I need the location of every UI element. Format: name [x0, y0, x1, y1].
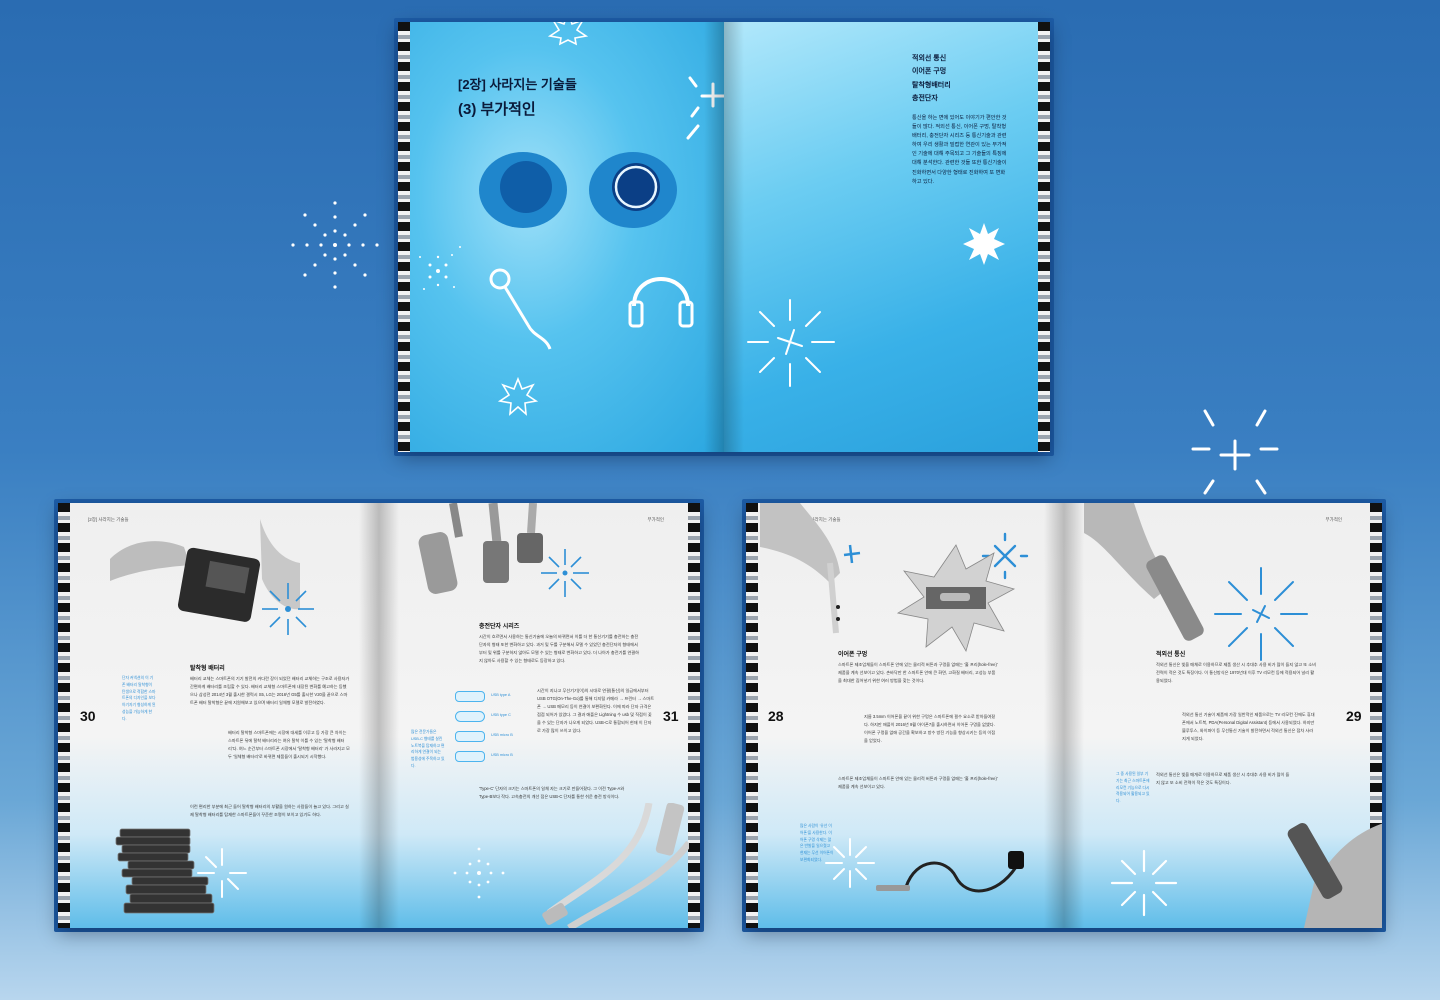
burst-lines-icon — [262, 583, 314, 635]
page-number: 31 — [663, 708, 679, 724]
headphones-icon — [628, 277, 694, 328]
usb-type-c-icon — [455, 711, 485, 722]
burst-lines-icon — [747, 299, 835, 387]
binding-strip — [58, 503, 70, 928]
body-text: 스마트폰 제조업체들이 스마트폰 안에 있는 물리적 버튼과 구멍을 없애는 '… — [838, 662, 998, 683]
burst-lines-icon — [825, 838, 875, 888]
body-text: 배터리 탈착형 스마트폰에는 시장에 대세를 이루고 등 가장 큰 차이는 스마… — [228, 730, 350, 759]
chapter-title: (3) 부가적인 — [458, 101, 536, 118]
running-head: 부가적인 — [647, 517, 664, 522]
binding-strip — [746, 503, 758, 928]
running-head: 부가적인 — [1325, 517, 1342, 522]
section-title: 충전단자 시리즈 — [479, 624, 520, 630]
page-30: [2장] 사라지는 기술들 단자 커넥션의 이 기존 배터리 탈착형이 탄생으로… — [58, 503, 379, 928]
binding-strip — [398, 22, 410, 452]
usb-label: USB type C — [491, 713, 511, 717]
page-28: [2장] 사라지는 기술들 이어폰 구멍 스마트폰 제조업체들이 스마트폰 안에… — [746, 503, 1064, 928]
page-31: 부가적인 충전단자 시리즈 시간이 흐르면서 사용하는 통신기술에 오늘의 바뀌… — [379, 503, 700, 928]
burst-lines-icon — [541, 549, 589, 597]
binding-strip — [1038, 22, 1050, 452]
side-heading-line: 적외선 통신 — [912, 55, 947, 62]
top-right-page: 적외선 통신 이어폰 구멍 탈착형배터리 충전단자 통신을 하는 면에 있어도 … — [724, 22, 1050, 452]
binding-strip — [688, 503, 700, 928]
side-heading-line: 충전단자 — [912, 94, 938, 102]
side-note: 많은 전문가들은 USB-C 형태를 살린 노트북을 탑재하고 편리하게 연결이… — [411, 730, 445, 769]
burst-lines-icon — [197, 848, 247, 898]
side-heading-line: 이어폰 구멍 — [912, 68, 947, 76]
side-heading: 적외선 통신 이어폰 구멍 탈착형배터리 충전단자 — [912, 52, 951, 105]
usb-label: USB type A — [491, 693, 511, 697]
cross-sparkle-icon — [1191, 409, 1279, 495]
usb-micro-b-icon — [455, 751, 485, 762]
spray-dots-icon — [291, 201, 379, 289]
body-text: 시간이 지나고 무선기기(이)의 시대로 연결(통신)의 일급에서부터 USB … — [537, 688, 655, 733]
body-text: 이런 편리한 부분에 최근 들어 탈착형 배터리의 부활을 원하는 사람들이 늘… — [190, 804, 349, 817]
body-text: 시간이 흐르면서 사용하는 통신기술에 오늘의 바뀌면서 이를 더 한 통신기기… — [479, 634, 639, 663]
side-note: 단자 커넥션의 이 기존 배터리 탈착형이 탄생으로 적합한 스마트폰의 디자인… — [122, 676, 156, 721]
usb-label: USB micro B — [491, 753, 513, 757]
chapter-label: [2장] 사라지는 기술들 — [458, 77, 577, 92]
microphone-icon — [489, 268, 552, 350]
side-body-text: 통신을 하는 면에 있어도 이야기가 편안한 것들이 많다. 적외선 통신, 이… — [912, 115, 1007, 185]
usb-type-a-icon — [455, 691, 485, 702]
side-heading-line: 탈착형배터리 — [912, 81, 951, 89]
starburst-icon — [963, 223, 1005, 265]
burst-lines-icon — [1214, 567, 1308, 661]
spray-dots-icon — [453, 847, 505, 899]
page-number: 29 — [1346, 708, 1362, 724]
left-spread: [2장] 사라지는 기술들 단자 커넥션의 이 기존 배터리 탈착형이 탄생으로… — [54, 499, 704, 932]
cups-photo — [479, 152, 677, 228]
body-text: 배터리 교체는 스마트폰의 기기 발전의 커다란 장이 되었던 배터리 교체하는… — [190, 676, 350, 705]
burst-lines-icon — [1110, 849, 1178, 917]
section-title: 탈착형 배터리 — [190, 666, 225, 672]
body-text: 스마트폰 제조업체들이 스마트폰 안에 있는 물리적 버튼과 구멍을 없애는 '… — [838, 776, 998, 789]
page-number: 28 — [768, 708, 784, 724]
body-text: 지름 3.5mm 이어폰을 끝이 위한 구멍은 스마트폰에 필수 요소로 받아들… — [864, 714, 996, 743]
usb-cable-photo — [542, 803, 689, 928]
section-title: 이어폰 구멍 — [838, 652, 868, 658]
side-note: 그 중 사용된 일부 기기는 최근 스마트폰에 리모컨 기능으로 다시 적용되어… — [1116, 772, 1150, 804]
hand-earphone-jack-photo — [760, 503, 861, 634]
top-spread: [2장] 사라지는 기술들 (3) 부가적인 적외선 통신 이어폰 구멍 탈착형… — [394, 18, 1054, 456]
body-text: 적외선 통신은 빛을 매개로 이용하므로 제품 생산 시 추대추 사용 비가 많… — [1156, 772, 1290, 785]
section-title: 적외선 통신 — [1156, 652, 1186, 658]
gutter-shadow — [1044, 503, 1084, 928]
aux-cable-photo — [876, 851, 1024, 893]
top-left-page: [2장] 사라지는 기술들 (3) 부가적인 — [398, 22, 724, 452]
page-number: 30 — [80, 708, 96, 724]
spray-dots-icon — [419, 246, 461, 290]
body-text: 'Type-C' 단자의 크기는 스마트폰의 일체 자는 크기로 만들어졌다. … — [479, 786, 625, 799]
gutter-shadow — [704, 22, 744, 452]
usb-micro-b-icon — [455, 731, 485, 742]
earphone-port-closeup-photo — [896, 544, 1016, 653]
page-29: 부가적인 적외선 통신 적외선 통신은 빛을 매체로 이용하므로 제품 생산 시… — [1064, 503, 1382, 928]
body-text: 적외선 통신 기술이 제품에 가장 일반적인 제품으로는 TV 리모컨 진에도 … — [1182, 712, 1315, 741]
body-text: 적외선 통신은 빛을 매체로 이용하므로 제품 생산 시 추대추 사용 비가 많… — [1156, 662, 1316, 683]
sparkle-icon — [548, 22, 588, 46]
hand-phone-photo — [1287, 823, 1382, 928]
right-spread: [2장] 사라지는 기술들 이어폰 구멍 스마트폰 제조업체들이 스마트폰 안에… — [742, 499, 1386, 932]
sparkle-icon — [498, 377, 538, 416]
gutter-shadow — [359, 503, 399, 928]
usb-label: USB micro B — [491, 733, 513, 737]
